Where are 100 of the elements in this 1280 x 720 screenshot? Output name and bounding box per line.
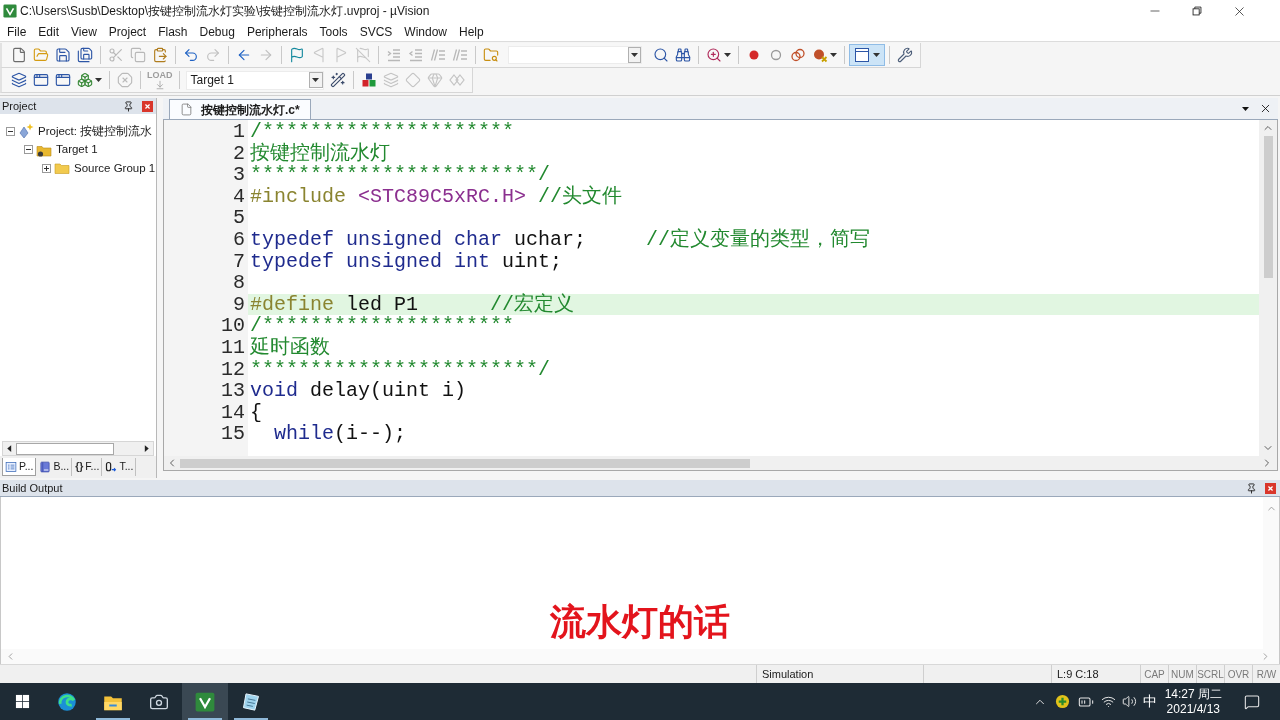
caret-icon[interactable]: [631, 52, 638, 57]
app-tile-icon[interactable]: [195, 691, 215, 712]
code-line: {: [250, 401, 262, 424]
line-number: 9: [233, 293, 245, 316]
wrench-icon[interactable]: [897, 46, 913, 63]
tree-item[interactable]: Target 1: [56, 141, 98, 159]
line-number: 3: [233, 164, 245, 186]
scrollbar-thumb[interactable]: [180, 458, 750, 468]
panel-tab[interactable]: {} F...: [73, 458, 103, 476]
line-number: 14: [221, 401, 245, 424]
triangle-left-icon[interactable]: [5, 444, 14, 453]
scrollbar-thumb[interactable]: [16, 442, 114, 455]
menu-item[interactable]: Edit: [32, 22, 66, 41]
minus-box-icon[interactable]: [24, 145, 33, 155]
window-layout-button[interactable]: [849, 43, 885, 66]
restore-icon[interactable]: [1190, 4, 1204, 18]
triangle-right-icon[interactable]: [142, 444, 151, 453]
window-title: C:\Users\Susb\Desktop\按键控制流水灯实验\按键控制流水灯.uvproj - µVision: [20, 3, 430, 20]
status-indicator: NUM: [1171, 667, 1194, 682]
close-icon[interactable]: [1259, 102, 1272, 115]
four-panes-icon[interactable]: [14, 694, 30, 709]
menu-item[interactable]: Tools: [313, 22, 354, 41]
status-indicator: OVR: [1227, 667, 1250, 682]
folder-search-icon[interactable]: [483, 46, 499, 63]
panel-tab[interactable]: B...: [37, 458, 73, 476]
menu-item[interactable]: Project: [102, 22, 153, 41]
pin-icon[interactable]: [1246, 482, 1257, 494]
folder-icon: [54, 160, 70, 177]
panel-tab[interactable]: T...: [103, 458, 137, 476]
document-icon[interactable]: [11, 46, 27, 63]
circles-icon[interactable]: [790, 46, 806, 63]
notepad-icon[interactable]: [241, 691, 261, 712]
clock-time[interactable]: 14:27 周二: [1164, 686, 1222, 702]
tree-item[interactable]: Source Group 1: [74, 159, 156, 177]
code-line: 按键控制流水灯: [250, 142, 390, 165]
ime-indicator[interactable]: 中: [1142, 691, 1157, 712]
flag-icon[interactable]: [289, 46, 305, 63]
plus-circle-icon[interactable]: [1054, 694, 1070, 709]
plus-box-icon[interactable]: [42, 163, 51, 173]
panel-tab[interactable]: P...: [2, 458, 37, 476]
notification-icon[interactable]: [1244, 693, 1260, 710]
clock-date[interactable]: 2021/4/13: [1166, 701, 1220, 717]
vertical-scrollbar[interactable]: [1259, 120, 1277, 456]
line-number: 11: [221, 336, 245, 359]
target-select[interactable]: Target 1: [185, 70, 324, 90]
caret-icon[interactable]: [95, 78, 102, 82]
menu-item[interactable]: SVCS: [353, 22, 399, 41]
menu-item[interactable]: Help: [453, 22, 490, 41]
menu-item[interactable]: Debug: [193, 22, 241, 41]
line-number: 6: [233, 228, 245, 251]
horizontal-scrollbar[interactable]: [2, 441, 154, 456]
search-icon[interactable]: [653, 46, 669, 63]
menu-item[interactable]: View: [65, 22, 103, 41]
status-indicator: CAP: [1144, 667, 1165, 682]
layers-icon[interactable]: [11, 72, 27, 88]
swirl-icon[interactable]: [57, 691, 77, 712]
app-window-icon[interactable]: [55, 72, 71, 88]
caret-icon[interactable]: [873, 52, 880, 57]
status-indicator: R/W: [1256, 667, 1277, 682]
line-number: 8: [233, 272, 245, 294]
menu-item[interactable]: File: [1, 22, 33, 41]
code-line: #define led P1 //宏定义: [250, 293, 575, 316]
blocks-icon[interactable]: [360, 72, 377, 88]
magic-wand-icon[interactable]: [329, 72, 346, 88]
clipboard-icon[interactable]: [152, 46, 168, 63]
oval-arrow-icon: [105, 461, 118, 473]
save-all-icon[interactable]: [77, 46, 93, 63]
menu-item[interactable]: Peripherals: [240, 22, 314, 41]
save-icon[interactable]: [55, 46, 71, 63]
code-line: /*********************: [250, 121, 515, 143]
magnifier-icon[interactable]: [706, 46, 722, 63]
window-pane-icon: [854, 46, 870, 63]
arrow-down-icon: [154, 79, 165, 90]
scrollbar-thumb[interactable]: [1263, 136, 1273, 278]
code-line: ************************/: [250, 358, 551, 381]
find-combo-field[interactable]: [508, 45, 642, 64]
pin-icon[interactable]: [123, 100, 134, 112]
tree-item[interactable]: Project: 按键控制流水: [38, 122, 153, 140]
caret-icon[interactable]: [312, 78, 319, 82]
taskbar-button[interactable]: [182, 683, 228, 720]
line-number: 1: [233, 121, 245, 143]
caret-icon[interactable]: [724, 52, 731, 57]
line-number: 2: [233, 142, 245, 165]
caret-icon[interactable]: [1242, 106, 1249, 111]
minus-box-icon[interactable]: [6, 126, 15, 136]
menu-item[interactable]: Flash: [152, 22, 194, 41]
editor-tab[interactable]: 按键控制流水灯.c*: [169, 99, 311, 119]
speaker-icon[interactable]: [1121, 694, 1137, 709]
code-line: typedef unsigned int uint;: [250, 250, 563, 273]
line-number: 10: [221, 315, 245, 337]
boxes-icon[interactable]: [77, 72, 93, 88]
caret-icon[interactable]: [830, 52, 837, 57]
app-window-icon[interactable]: [33, 72, 49, 88]
vertical-scrollbar[interactable]: [1263, 497, 1279, 649]
horizontal-scrollbar[interactable]: [163, 456, 1278, 471]
line-number: 13: [221, 380, 245, 402]
undo-icon[interactable]: [183, 46, 199, 63]
menu-item[interactable]: Window: [398, 22, 453, 41]
binoculars-icon[interactable]: [675, 46, 691, 63]
line-number: 7: [233, 250, 245, 273]
